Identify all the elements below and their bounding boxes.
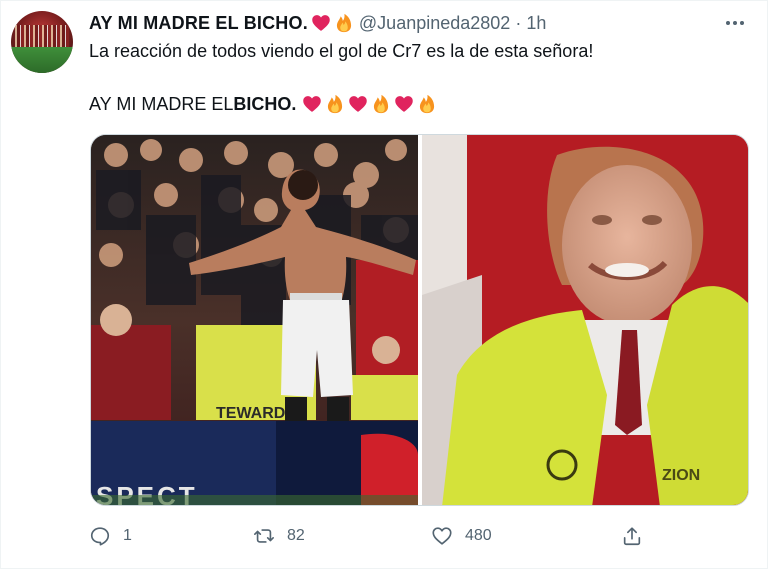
more-options-icon[interactable] [723, 13, 747, 33]
share-button[interactable] [621, 523, 643, 549]
retweet-button[interactable]: 82 [253, 523, 305, 549]
red-heart-icon [395, 96, 414, 112]
fire-icon [336, 13, 351, 33]
reply-count: 1 [123, 527, 132, 544]
reply-button[interactable]: 1 [89, 523, 132, 549]
avatar[interactable] [11, 11, 73, 73]
fire-icon [420, 94, 435, 114]
retweet-icon [254, 529, 274, 543]
svg-text:ZION: ZION [662, 467, 700, 484]
media-photo-left[interactable]: TEWARD SPECT [91, 135, 418, 505]
display-name[interactable]: AY MI MADRE EL BICHO. [89, 13, 308, 34]
avatar-pitch [11, 47, 73, 73]
steward-photo: ZION [422, 135, 748, 505]
like-button[interactable]: 480 [431, 523, 492, 549]
heart-outline-icon [432, 527, 452, 545]
separator-dot: · [515, 12, 522, 33]
tweet-text-line-1: La reacción de todos viendo el gol de Cr… [89, 41, 594, 61]
fire-icon [328, 94, 343, 114]
fire-icon [374, 94, 389, 114]
tweet-text-line-2: AY MI MADRE EL BICHO. [89, 92, 437, 116]
text-line2-bold: BICHO. [233, 93, 297, 114]
avatar-crowd [15, 25, 69, 49]
like-count: 480 [465, 527, 492, 544]
tweet-header: AY MI MADRE EL BICHO. @Juanpineda2802 · … [89, 11, 546, 35]
red-heart-icon [312, 15, 330, 31]
share-icon [623, 527, 641, 546]
tweet-card[interactable]: AY MI MADRE EL BICHO. @Juanpineda2802 · … [0, 0, 768, 569]
reply-icon [90, 527, 110, 546]
svg-text:TEWARD: TEWARD [216, 405, 285, 422]
text-line2-prefix: AY MI MADRE EL [89, 93, 234, 114]
celebration-photo: TEWARD SPECT [91, 135, 418, 505]
timestamp[interactable]: 1h [526, 13, 546, 34]
red-heart-icon [303, 96, 322, 112]
red-heart-icon [349, 96, 368, 112]
media-photo-right[interactable]: ZION [422, 135, 748, 505]
handle[interactable]: @Juanpineda2802 [359, 13, 510, 34]
media-grid[interactable]: TEWARD SPECT ZION [90, 134, 749, 506]
retweet-count: 82 [287, 527, 305, 544]
